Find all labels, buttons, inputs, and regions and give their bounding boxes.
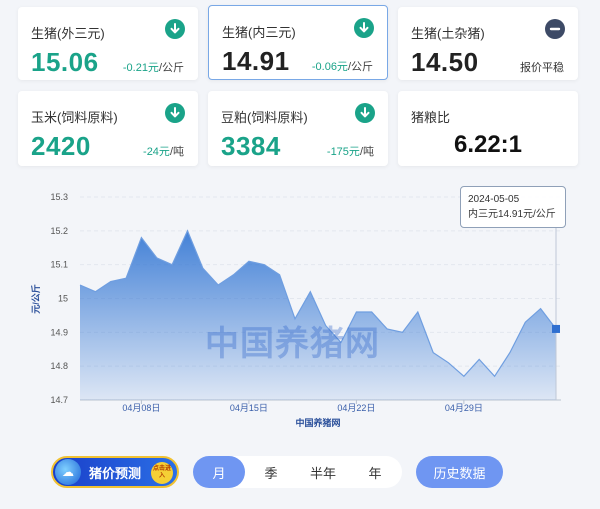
down-arrow-icon	[165, 19, 185, 39]
card-name: 豆粕(饲料原料)	[221, 110, 308, 125]
card-name: 猪粮比	[411, 110, 451, 125]
card-price: 14.91	[222, 46, 290, 76]
y-tick-label: 15.1	[50, 260, 68, 270]
card-price: 2420	[31, 131, 91, 161]
card-name: 生猪(外三元)	[31, 26, 105, 41]
chart-tooltip: 2024-05-05 内三元14.91元/公斤	[460, 186, 566, 228]
card-soybean-meal[interactable]: 豆粕(饲料原料) 3384 -175元/吨	[208, 91, 388, 166]
period-switch: 月 季 半年 年	[193, 456, 402, 488]
card-change: -0.06元/公斤	[311, 61, 373, 73]
card-price: 3384	[221, 131, 281, 161]
promo-label: 猪价预测	[89, 465, 142, 481]
ratio-value: 6.22:1	[453, 131, 523, 158]
down-arrow-icon	[354, 18, 374, 38]
x-tick-label: 04月08日	[122, 403, 160, 413]
highlight-point	[552, 324, 560, 333]
x-tick-label: 04月29日	[445, 403, 483, 413]
tooltip-value: 内三元14.91元/公斤	[468, 209, 556, 220]
x-tick-label: 04月15日	[230, 403, 268, 413]
card-pig-neisanyuan[interactable]: 生猪(内三元) 14.91 -0.06元/公斤	[208, 5, 388, 80]
down-arrow-icon	[355, 103, 375, 123]
tooltip-date: 2024-05-05	[468, 194, 520, 205]
card-name: 玉米(饲料原料)	[31, 110, 118, 125]
y-tick-label: 14.9	[50, 327, 68, 337]
down-arrow-icon	[165, 103, 185, 123]
card-corn[interactable]: 玉米(饲料原料) 2420 -24元/吨	[18, 91, 198, 166]
watermark: 中国养猪网	[205, 325, 380, 363]
period-month[interactable]: 月	[193, 456, 245, 488]
card-pig-tuzazhu[interactable]: 生猪(土杂猪) 14.50 报价平稳	[398, 7, 578, 80]
forecast-logo-icon: ☁	[55, 459, 81, 485]
period-quarter[interactable]: 季	[245, 456, 297, 488]
card-pig-grain-ratio[interactable]: 猪粮比 6.22:1	[398, 91, 578, 166]
card-change: -175元/吨	[326, 146, 374, 158]
x-axis-label: 中国养猪网	[295, 417, 340, 428]
y-tick-label: 15.2	[50, 226, 68, 236]
card-name: 生猪(土杂猪)	[411, 26, 485, 41]
card-pig-waisanyuan[interactable]: 生猪(外三元) 15.06 -0.21元/公斤	[18, 7, 198, 80]
card-change: 报价平稳	[520, 62, 564, 74]
card-change: -24元/吨	[143, 146, 184, 158]
card-change: -0.21元/公斤	[122, 62, 184, 74]
promo-tag: 点击进入	[151, 462, 173, 484]
card-price: 14.50	[411, 47, 479, 77]
y-tick-label: 14.8	[50, 361, 68, 371]
history-data-button[interactable]: 历史数据	[416, 456, 503, 488]
y-axis-label: 元/公斤	[30, 284, 41, 314]
y-tick-label: 15.3	[50, 192, 68, 202]
price-forecast-button[interactable]: ☁ 猪价预测 点击进入	[51, 456, 179, 488]
x-tick-label: 04月22日	[337, 403, 375, 413]
period-half-year[interactable]: 半年	[297, 456, 349, 488]
card-name: 生猪(内三元)	[222, 25, 296, 40]
y-tick-label: 15	[58, 294, 68, 304]
minus-icon	[545, 19, 565, 39]
card-price: 15.06	[31, 47, 99, 77]
y-tick-label: 14.7	[50, 395, 68, 405]
period-year[interactable]: 年	[349, 456, 401, 488]
